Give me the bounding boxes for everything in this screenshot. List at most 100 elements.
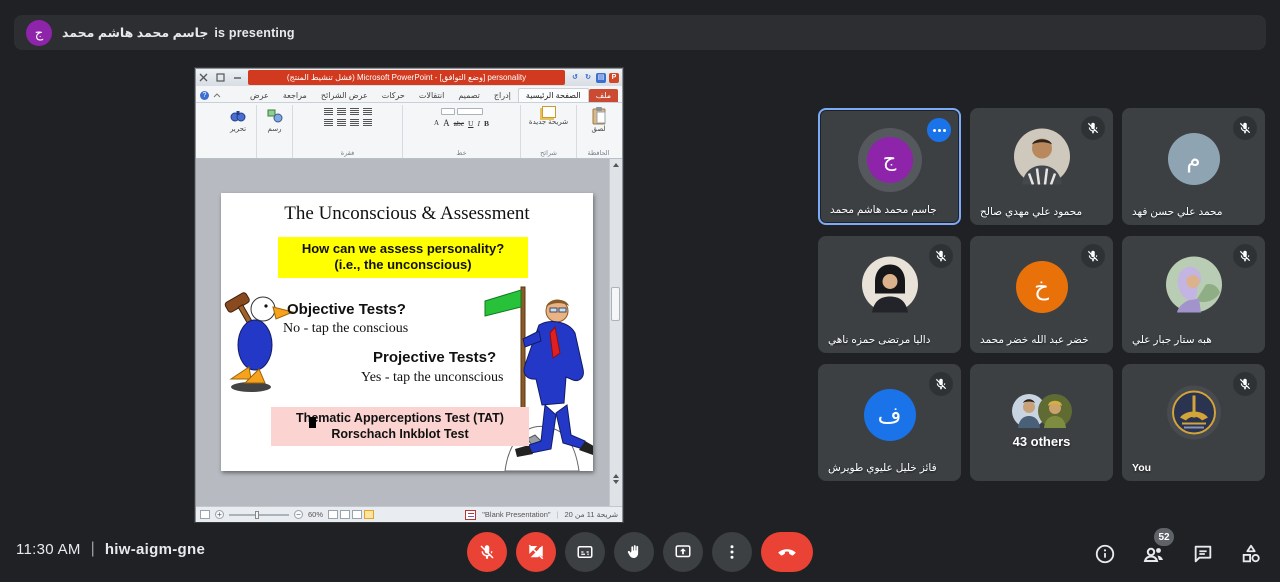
paste-label[interactable]: لصق	[591, 126, 605, 134]
participant-name: هبه ستار جبار علي	[1132, 334, 1212, 346]
captions-button[interactable]	[565, 532, 605, 572]
presenting-label: is presenting	[214, 26, 294, 40]
redo-icon[interactable]: ↻	[583, 73, 593, 83]
shared-screen-powerpoint: personality [وضع التوافق] - Microsoft Po…	[195, 68, 623, 522]
bold-button[interactable]: B	[483, 119, 490, 128]
align-right-icon[interactable]	[363, 119, 372, 126]
tab-review[interactable]: مراجعة	[276, 89, 314, 102]
quick-access-toolbar: ↺ ↻ ▤ P	[570, 73, 619, 83]
participant-tile-dalia[interactable]: داليا مرتضى حمزه ناهي	[818, 236, 961, 353]
meeting-details-button[interactable]	[1094, 543, 1116, 565]
ppt-status-bar: + − 60% "Blank Presentation" | شريحة 11 …	[196, 506, 622, 522]
people-panel-button[interactable]: 52	[1142, 542, 1166, 566]
ppt-scrollbar[interactable]	[609, 159, 622, 506]
tab-animations[interactable]: حركات	[375, 89, 412, 102]
participant-name: جاسم محمد هاشم محمد	[830, 204, 937, 216]
mic-off-icon	[1233, 116, 1257, 140]
participant-tile-faiz[interactable]: ف فائز خليل عليوي طويرش	[818, 364, 961, 481]
slide-nav-buttons[interactable]	[611, 474, 620, 500]
paragraph-group: فقرة	[292, 105, 402, 158]
numbering-icon[interactable]	[350, 108, 359, 115]
tab-design[interactable]: تصميم	[451, 89, 487, 102]
help-icon[interactable]: ?	[200, 91, 209, 100]
mic-toggle-button[interactable]	[467, 532, 507, 572]
people-count-badge: 52	[1154, 528, 1174, 546]
minimize-ribbon-icon[interactable]	[213, 92, 221, 100]
chat-panel-button[interactable]	[1192, 543, 1214, 565]
font-group-label: خط	[403, 149, 520, 157]
normal-view-icon[interactable]	[328, 510, 338, 519]
align-left-icon[interactable]	[337, 119, 346, 126]
camera-toggle-button[interactable]	[516, 532, 556, 572]
sorter-view-icon[interactable]	[340, 510, 350, 519]
save-icon[interactable]: ▤	[596, 73, 606, 83]
participant-tile-hiba[interactable]: هبه ستار جبار علي	[1122, 236, 1265, 353]
scroll-thumb[interactable]	[611, 287, 620, 321]
undo-icon[interactable]: ↺	[570, 73, 580, 83]
presenting-message: جاسم محمد هاشم محمدis presenting	[62, 25, 295, 40]
tab-file[interactable]: ملف	[589, 89, 618, 102]
new-slide-icon[interactable]	[542, 106, 556, 118]
mic-off-icon	[1233, 372, 1257, 396]
close-icon[interactable]	[199, 73, 208, 82]
participant-tile-mahmoud[interactable]: محمود علي مهدي صالح	[970, 108, 1113, 225]
drawing-group: رسم	[256, 105, 292, 158]
tab-insert[interactable]: إدراج	[487, 89, 518, 102]
window-controls	[199, 73, 242, 82]
indent-icon[interactable]	[337, 108, 346, 115]
participant-name: فائز خليل عليوي طويرش	[828, 462, 937, 474]
raise-hand-button[interactable]	[614, 532, 654, 572]
align-center-icon[interactable]	[350, 119, 359, 126]
reading-view-icon[interactable]	[352, 510, 362, 519]
tab-slideshow[interactable]: عرض الشرائح	[314, 89, 375, 102]
participant-tile-you[interactable]: You	[1122, 364, 1265, 481]
line-spacing-icon[interactable]	[324, 108, 333, 115]
participant-tile-khudher[interactable]: خ خضر عبد الله خضر محمد	[970, 236, 1113, 353]
edit-label[interactable]: تحرير	[230, 126, 246, 134]
draw-label[interactable]: رسم	[268, 126, 282, 134]
present-screen-button[interactable]	[663, 532, 703, 572]
tab-home[interactable]: الصفحة الرئيسية	[518, 88, 589, 102]
ppt-ribbon: لصق الحافظة شريحة جديدة شرائح B I U abc …	[196, 103, 622, 159]
underline-button[interactable]: U	[467, 119, 474, 128]
new-slide-label[interactable]: شريحة جديدة	[529, 119, 568, 127]
participant-tile-others[interactable]: 43 others	[970, 364, 1113, 481]
justify-icon[interactable]	[324, 119, 333, 126]
grow-font-button[interactable]: A	[442, 118, 451, 128]
participant-tile-jasim[interactable]: ج جاسم محمد هاشم محمد	[818, 108, 961, 225]
participant-tile-mohammed[interactable]: م محمد علي حسن فهد	[1122, 108, 1265, 225]
fit-window-icon[interactable]	[200, 510, 210, 519]
tile-options-button[interactable]	[927, 118, 951, 142]
tab-transitions[interactable]: انتقالات	[412, 89, 451, 102]
scroll-up-icon[interactable]	[613, 163, 619, 167]
draw-shapes-icon[interactable]	[267, 107, 283, 125]
bullets-icon[interactable]	[363, 108, 372, 115]
mic-off-icon	[929, 244, 953, 268]
more-options-button[interactable]	[712, 532, 752, 572]
powerpoint-logo-icon: P	[609, 73, 619, 83]
zoom-level: 60%	[308, 510, 323, 519]
presenter-avatar: ج	[26, 20, 52, 46]
meta-divider: |	[91, 540, 95, 558]
maximize-icon[interactable]	[216, 73, 225, 82]
yellow-line-2: (i.e., the unconscious)	[280, 257, 526, 273]
slideshow-view-icon[interactable]	[364, 510, 374, 519]
font-name-box[interactable]	[457, 108, 483, 115]
paste-icon[interactable]	[591, 107, 607, 125]
activities-button[interactable]	[1240, 543, 1262, 565]
strikethrough-button[interactable]: abc	[453, 119, 465, 128]
minimize-icon[interactable]	[233, 73, 242, 82]
italic-button[interactable]: I	[476, 119, 481, 128]
zoom-slider[interactable]	[229, 514, 289, 516]
tab-view[interactable]: عرض	[243, 89, 276, 102]
zoom-out-icon[interactable]: −	[294, 510, 303, 519]
ppt-slide-canvas: The Unconscious & Assessment How can we …	[196, 159, 622, 506]
shrink-font-button[interactable]: A	[433, 119, 440, 127]
view-switcher	[328, 510, 374, 519]
end-call-button[interactable]	[761, 532, 813, 572]
zoom-in-icon[interactable]: +	[215, 510, 224, 519]
photo-avatar	[862, 257, 918, 313]
font-size-box[interactable]	[441, 108, 455, 115]
find-binoculars-icon[interactable]	[230, 107, 246, 125]
spellcheck-icon[interactable]	[465, 510, 476, 520]
